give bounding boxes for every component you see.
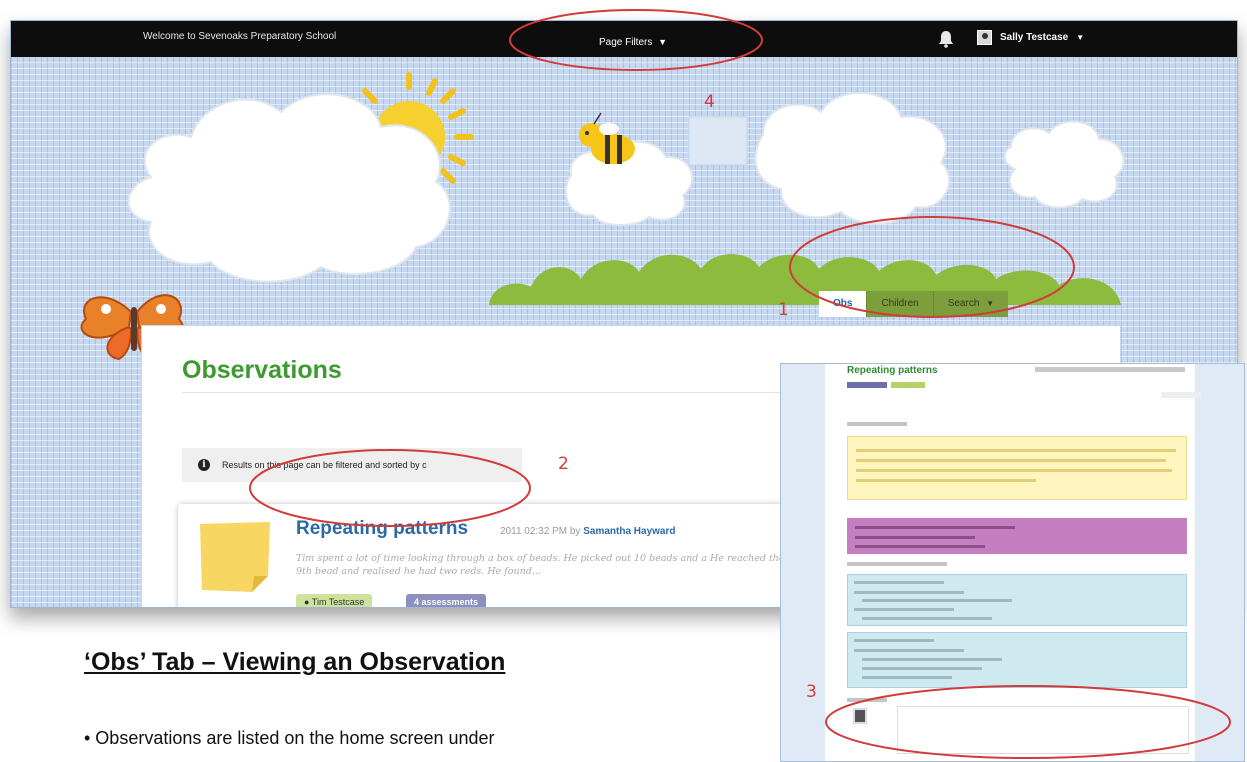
annotation-number-3: 3 — [806, 682, 817, 702]
section-heading: ‘Obs’ Tab – Viewing an Observation — [84, 648, 506, 676]
top-navbar: Welcome to Sevenoaks Preparatory School … — [11, 21, 1237, 57]
comment-input[interactable] — [897, 706, 1189, 754]
panel-section-label — [847, 422, 907, 426]
page-filters-dropdown[interactable]: Page Filters ▼ — [599, 37, 667, 48]
annotation-number-1: 1 — [778, 300, 789, 320]
panel-section-label — [847, 562, 947, 566]
observation-detail-panel: Repeating patterns — [780, 363, 1245, 762]
tab-children[interactable]: Children — [866, 291, 933, 317]
child-tag-label: Tim Testcase — [311, 597, 365, 607]
caret-down-icon: ▼ — [986, 299, 995, 308]
tag-icon: ● — [304, 597, 310, 607]
panel-button[interactable] — [1161, 392, 1201, 398]
page-title: Observations — [182, 356, 342, 384]
panel-characteristics-block — [847, 574, 1187, 626]
welcome-text: Welcome to Sevenoaks Preparatory School — [143, 31, 337, 42]
panel-observation-note — [847, 436, 1187, 500]
panel-meta-line — [1035, 367, 1185, 372]
assessments-badge[interactable]: 4 assessments — [406, 594, 487, 607]
panel-characteristics-block — [847, 632, 1187, 688]
tab-obs[interactable]: Obs — [819, 291, 867, 317]
tab-search-label: Search — [947, 298, 980, 309]
panel-title: Repeating patterns — [847, 365, 938, 376]
observation-author-link[interactable]: Samantha Hayward — [583, 526, 675, 537]
chevron-down-icon: ▼ — [658, 37, 668, 47]
cloud-far-right — [1003, 120, 1125, 209]
avatar — [977, 30, 992, 45]
panel-section-label — [847, 698, 887, 702]
avatar — [853, 708, 867, 724]
observation-title-link[interactable]: Repeating patterns — [296, 518, 468, 540]
user-name: Sally Testcase — [1000, 32, 1069, 43]
observation-detail-content: Repeating patterns — [825, 364, 1195, 761]
observation-meta: 2011 02:32 PM by Samantha Hayward — [500, 526, 675, 537]
main-tabs: Obs Children Search ▼ — [819, 291, 1009, 317]
user-menu[interactable]: Sally Testcase ▼ — [977, 30, 1084, 45]
panel-assessment-block — [847, 518, 1187, 554]
annotation-number-2: 2 — [558, 454, 569, 474]
hedge — [489, 254, 1121, 305]
observation-excerpt: Tim spent a lot of time looking through … — [296, 553, 785, 577]
page-filters-label: Page Filters — [599, 37, 653, 48]
tab-search[interactable]: Search ▼ — [932, 291, 1009, 317]
panel-tag — [847, 382, 887, 388]
observation-item[interactable]: Repeating patterns 2011 02:32 PM by Sama… — [178, 504, 798, 607]
caret-down-icon: ▼ — [1076, 33, 1085, 42]
info-banner: i Results on this page can be filtered a… — [182, 448, 522, 482]
info-icon: i — [198, 459, 210, 471]
cloud-right — [754, 92, 951, 225]
info-text: Results on this page can be filtered and… — [222, 460, 427, 470]
panel-tag — [891, 382, 925, 388]
child-tag[interactable]: ● Tim Testcase — [296, 594, 373, 607]
sticky-note-icon — [200, 522, 270, 592]
annotation-number-4: 4 — [704, 92, 715, 112]
bell-icon[interactable] — [938, 30, 954, 48]
bullet-text: • Observations are listed on the home sc… — [84, 728, 495, 748]
observation-date: 2011 02:32 PM by — [500, 526, 581, 537]
